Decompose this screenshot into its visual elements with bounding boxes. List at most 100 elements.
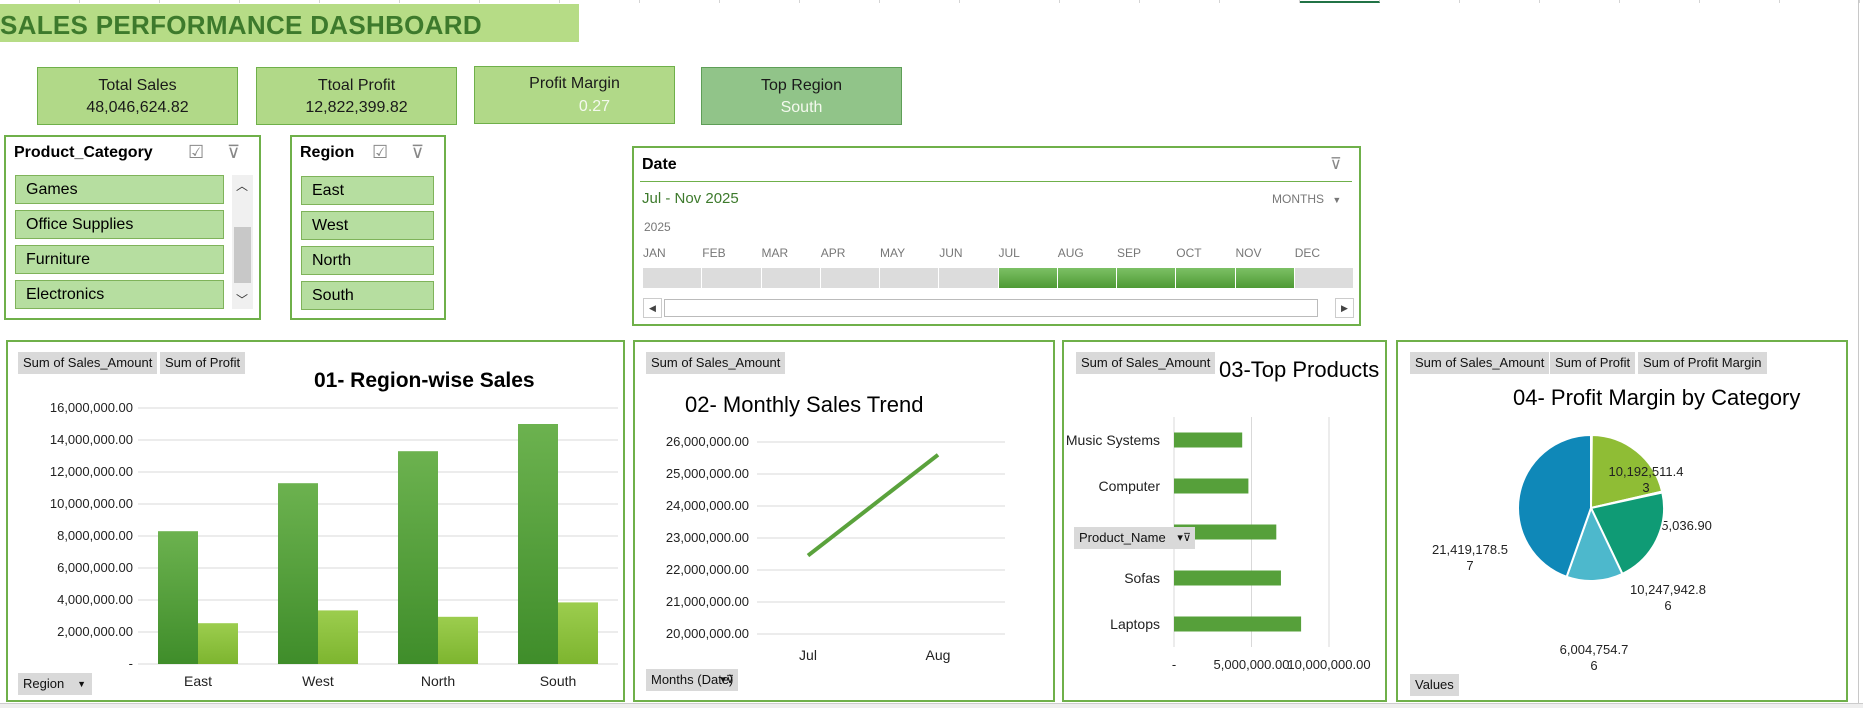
- timeline-title: Date: [642, 156, 677, 173]
- y-tick-label: Sofas: [1124, 570, 1160, 586]
- timeline-month-segment[interactable]: [1117, 268, 1176, 288]
- sheet-edge: [1858, 0, 1859, 708]
- bar-sales: [518, 424, 558, 664]
- timeline-month-segment[interactable]: [1235, 268, 1294, 288]
- column-header: [1380, 0, 1460, 3]
- slicer-item-games[interactable]: Games: [15, 175, 224, 204]
- column-header: [880, 0, 960, 3]
- kpi-top-region: Top Region South: [701, 67, 902, 125]
- kpi-value: 0.27: [578, 98, 611, 115]
- region-slicer: Region ☑ ⊽ East West North South: [290, 135, 446, 320]
- timeline-range-label: Jul - Nov 2025: [642, 190, 739, 207]
- product-bar: [1174, 478, 1249, 494]
- timeline-month-label: OCT: [1176, 246, 1202, 260]
- timeline-month-label: JUL: [998, 246, 1020, 260]
- multi-select-icon[interactable]: ☑: [188, 142, 204, 163]
- x-tick-label: -: [1172, 657, 1176, 672]
- timeline-bar[interactable]: [643, 268, 1354, 288]
- axis-field-label: Region: [23, 676, 65, 691]
- x-tick-label: 10,000,000.00: [1287, 657, 1370, 672]
- scroll-up-icon[interactable]: ︿: [236, 177, 248, 194]
- scroll-thumb[interactable]: [234, 227, 251, 283]
- axis-field-button-values[interactable]: Values: [1410, 674, 1459, 696]
- slicer-item-south[interactable]: South: [301, 281, 434, 310]
- slicer-item-west[interactable]: West: [301, 211, 434, 240]
- timeline-month-label: NOV: [1235, 246, 1262, 260]
- monthly-trend-chart: 20,000,000.00 21,000,000.00 22,000,000.00 2…: [666, 434, 1005, 663]
- column-header: [1220, 0, 1300, 3]
- slicer-scrollbar[interactable]: ︿ ﹀: [232, 175, 253, 309]
- y-tick-label: Laptops: [1110, 616, 1160, 632]
- timeline-month-label: MAY: [880, 246, 906, 260]
- timeline-month-label: AUG: [1057, 246, 1084, 260]
- slicer-item-office-supplies[interactable]: Office Supplies: [15, 210, 224, 239]
- kpi-label: Profit Margin: [529, 75, 620, 92]
- bar-profit: [318, 610, 358, 664]
- column-header: [400, 0, 480, 3]
- timeline-month-segment[interactable]: [761, 268, 820, 288]
- timeline-month-label: JAN: [643, 246, 666, 260]
- y-tick-label: Music Systems: [1066, 432, 1160, 448]
- slicer-title: Region: [300, 144, 355, 161]
- x-tick-label: West: [302, 673, 334, 689]
- axis-field-button-region[interactable]: Region ▼: [18, 673, 92, 695]
- slicer-item-north[interactable]: North: [301, 246, 434, 275]
- kpi-value: South: [780, 99, 823, 116]
- y-tick-label: 12,000,000.00: [50, 464, 133, 479]
- slicer-item-east[interactable]: East: [301, 176, 434, 205]
- timeline-month-segment[interactable]: [702, 268, 761, 288]
- timeline-month-label: SEP: [1117, 246, 1142, 260]
- timeline-month-segment[interactable]: [820, 268, 879, 288]
- y-tick-label: 24,000,000.00: [666, 498, 749, 513]
- timeline-scrollbar[interactable]: ◀ ▶: [643, 298, 1354, 318]
- x-tick-label: South: [540, 673, 577, 689]
- clear-filter-icon[interactable]: ⊽: [411, 142, 424, 163]
- pie-data-label: 6,004,754.7 6: [1560, 642, 1629, 673]
- column-header: [1620, 0, 1700, 3]
- product-bar: [1174, 616, 1302, 632]
- timeline-month-segment[interactable]: [939, 268, 998, 288]
- column-header: [640, 0, 720, 3]
- timeline-level-dropdown[interactable]: MONTHS ▼: [1272, 192, 1341, 206]
- scroll-thumb[interactable]: [664, 299, 1318, 317]
- filter-icon: ▾⊽: [1177, 532, 1191, 544]
- y-tick-label: 4,000,000.00: [57, 592, 133, 607]
- clear-filter-icon[interactable]: ⊽: [227, 142, 240, 163]
- y-tick-label: Computer: [1099, 478, 1161, 494]
- pie-data-label: 21,419,178.5 7: [1432, 542, 1508, 573]
- y-tick-label: 22,000,000.00: [666, 562, 749, 577]
- timeline-month-label: JUN: [939, 246, 963, 260]
- y-tick-label: 21,000,000.00: [666, 594, 749, 609]
- y-tick-label: 14,000,000.00: [50, 432, 133, 447]
- clear-filter-icon[interactable]: ⊽: [1330, 154, 1342, 174]
- x-tick-label: 5,000,000.00: [1214, 657, 1290, 672]
- timeline-month-segment[interactable]: [1294, 268, 1353, 288]
- filter-icon: ▾⊽: [720, 674, 734, 686]
- timeline-month-segment[interactable]: [1057, 268, 1116, 288]
- dropdown-icon: ▼: [77, 679, 86, 689]
- scroll-left-icon[interactable]: ◀: [643, 298, 662, 318]
- timeline-month-segment[interactable]: [880, 268, 939, 288]
- y-tick-label: 23,000,000.00: [666, 530, 749, 545]
- timeline-month-segment[interactable]: [998, 268, 1057, 288]
- y-tick-label: -: [129, 656, 133, 671]
- region-sales-chart-panel: Sum of Sales_Amount Sum of Profit 01- Re…: [6, 340, 625, 702]
- multi-select-icon[interactable]: ☑: [372, 142, 388, 163]
- top-products-chart: - 5,000,000.0010,000,000.00 Music Systems C…: [1066, 417, 1371, 672]
- axis-field-button-product[interactable]: Product_Name ▾⊽: [1074, 527, 1195, 549]
- slicer-item-electronics[interactable]: Electronics: [15, 280, 224, 309]
- date-timeline: Date ⊽ Jul - Nov 2025 MONTHS ▼ 2025 JAN F…: [632, 146, 1361, 326]
- sheet-tab-strip: [0, 703, 1863, 708]
- dashboard-sheet: SALES PERFORMANCE DASHBOARD Total Sales …: [0, 0, 1863, 708]
- kpi-value: 48,046,624.82: [86, 99, 189, 116]
- timeline-month-segment[interactable]: [643, 268, 702, 288]
- scroll-right-icon[interactable]: ▶: [1335, 298, 1354, 318]
- column-header: [1060, 0, 1140, 3]
- axis-field-button-months[interactable]: Months (Date) ▾⊽: [646, 669, 738, 691]
- kpi-profit-margin: Profit Margin 0.27: [474, 66, 675, 124]
- kpi-label: Top Region: [761, 77, 842, 94]
- timeline-level-label: MONTHS: [1272, 192, 1324, 206]
- scroll-down-icon[interactable]: ﹀: [236, 291, 248, 308]
- timeline-month-segment[interactable]: [1176, 268, 1235, 288]
- slicer-item-furniture[interactable]: Furniture: [15, 245, 224, 274]
